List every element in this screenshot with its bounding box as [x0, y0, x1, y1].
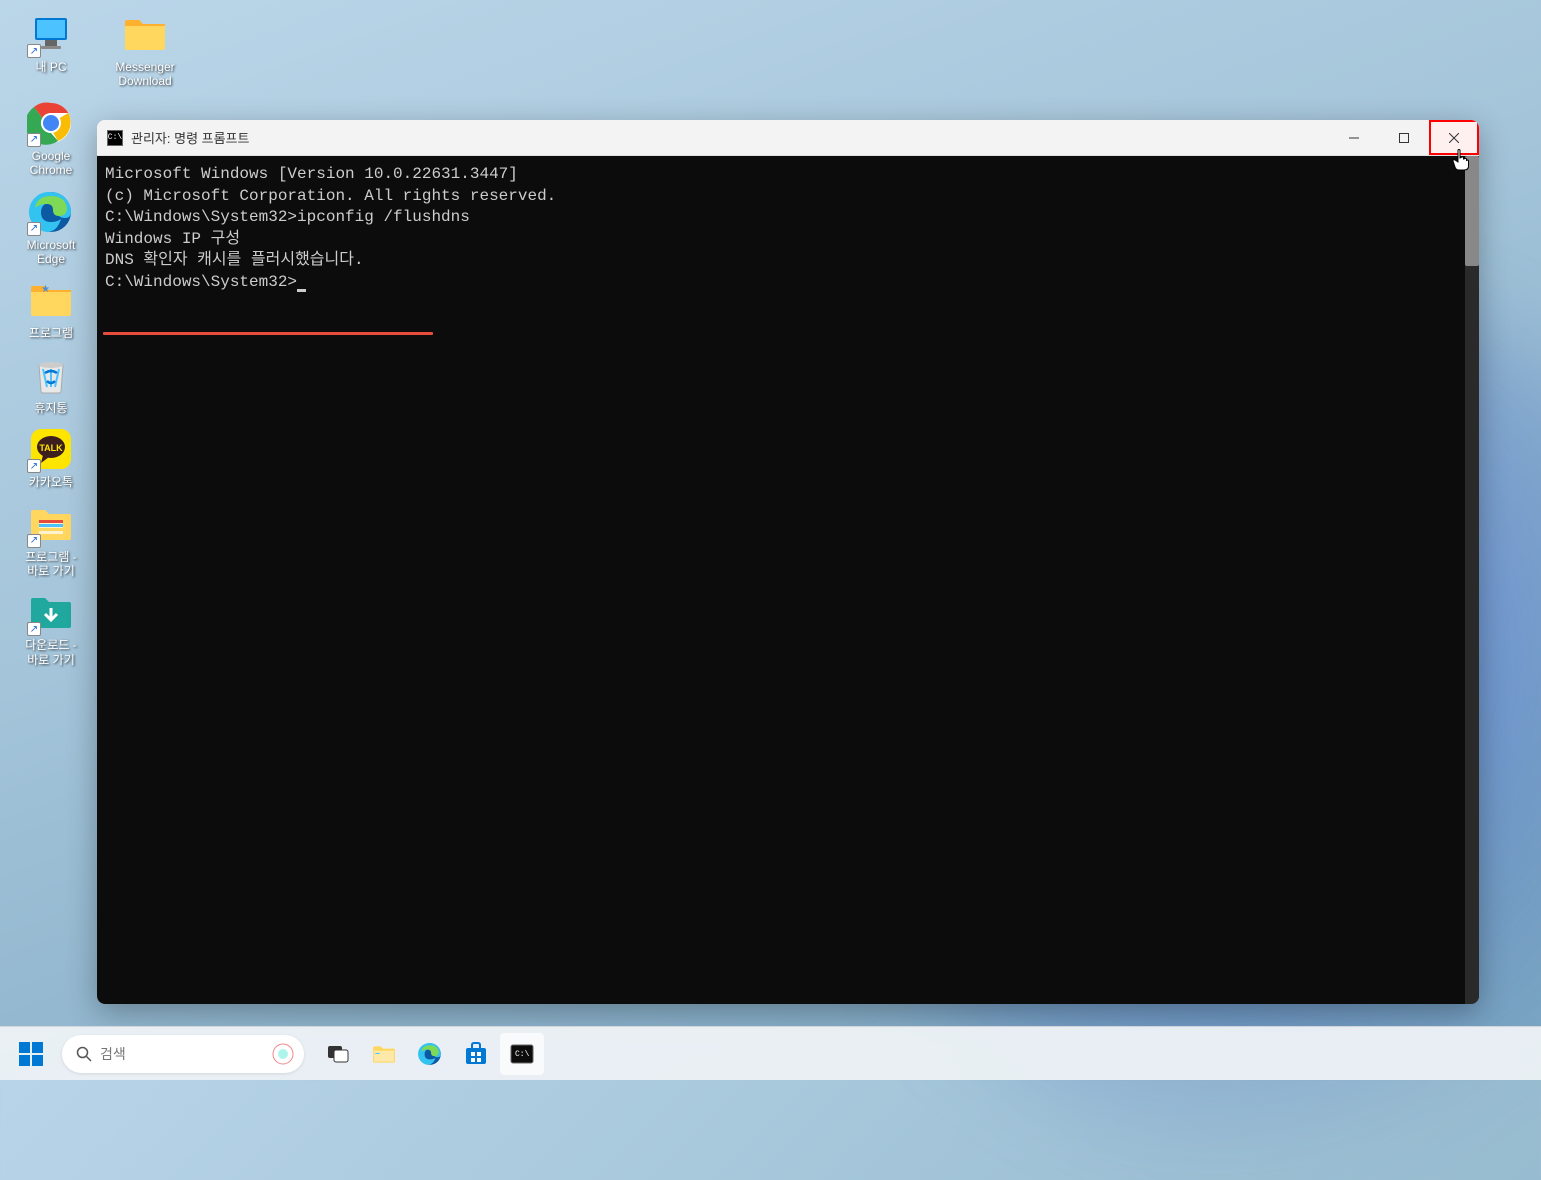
- output-line: DNS 확인자 캐시를 플러시했습니다.: [105, 250, 1471, 272]
- taskbar-task-view[interactable]: [316, 1033, 360, 1075]
- desktop-icon-kakaotalk[interactable]: TALK ↗ 카카오톡: [14, 425, 88, 489]
- search-highlight-icon: [272, 1043, 294, 1065]
- icon-label: 휴지통: [34, 401, 67, 415]
- taskbar-cmd[interactable]: C:\: [500, 1033, 544, 1075]
- desktop-icon-messenger-download[interactable]: Messenger Download: [108, 10, 182, 89]
- desktop-icon-this-pc[interactable]: ↗ 내 PC: [14, 10, 88, 89]
- taskbar-edge[interactable]: [408, 1033, 452, 1075]
- svg-text:TALK: TALK: [39, 443, 63, 453]
- file-explorer-icon: [371, 1041, 397, 1067]
- kakaotalk-icon: TALK ↗: [27, 425, 75, 473]
- maximize-icon: [1399, 133, 1409, 143]
- output-line: (c) Microsoft Corporation. All rights re…: [105, 186, 1471, 208]
- icon-label: Microsoft Edge: [27, 238, 76, 267]
- desktop-icon-programs-shortcut[interactable]: ↗ 프로그램 - 바로 가기: [14, 500, 88, 579]
- chrome-icon: ↗: [27, 99, 75, 147]
- this-pc-icon: ↗: [27, 10, 75, 58]
- icon-label: 프로그램 - 바로 가기: [25, 550, 77, 579]
- icon-label: 카카오톡: [29, 475, 73, 489]
- terminal-icon: C:\: [509, 1041, 535, 1067]
- cmd-icon: C:\: [107, 130, 123, 146]
- desktop-icon-programs[interactable]: ★ 프로그램: [14, 276, 88, 340]
- folder-shortcut-icon: ↗: [27, 500, 75, 548]
- icon-label: Google Chrome: [30, 149, 73, 178]
- taskbar-file-explorer[interactable]: [362, 1033, 406, 1075]
- search-icon: [76, 1046, 92, 1062]
- search-box[interactable]: [62, 1035, 304, 1073]
- icon-label: 내 PC: [35, 60, 66, 74]
- task-view-icon: [326, 1042, 350, 1066]
- minimize-button[interactable]: [1329, 120, 1379, 155]
- search-input[interactable]: [100, 1046, 290, 1062]
- windows-icon: [18, 1041, 44, 1067]
- cursor-icon: [297, 289, 306, 292]
- svg-text:★: ★: [41, 284, 50, 295]
- terminal-output[interactable]: Microsoft Windows [Version 10.0.22631.34…: [97, 156, 1479, 1004]
- edge-icon: ↗: [27, 188, 75, 236]
- desktop-icon-recycle-bin[interactable]: 휴지통: [14, 351, 88, 415]
- command-prompt-window: C:\ 관리자: 명령 프롬프트 Microsoft Windows [Vers…: [97, 120, 1479, 1004]
- window-titlebar[interactable]: C:\ 관리자: 명령 프롬프트: [97, 120, 1479, 156]
- icon-label: Messenger Download: [115, 60, 174, 89]
- hand-cursor-icon: [1450, 148, 1470, 177]
- folder-star-icon: ★: [27, 276, 75, 324]
- minimize-icon: [1349, 133, 1359, 143]
- store-icon: [463, 1041, 489, 1067]
- close-icon: [1449, 133, 1459, 143]
- scrollbar[interactable]: [1465, 156, 1479, 1004]
- desktop-icon-downloads-shortcut[interactable]: ↗ 다운로드 - 바로 가기: [14, 588, 88, 667]
- svg-text:C:\: C:\: [515, 1050, 530, 1059]
- folder-icon: [121, 10, 169, 58]
- output-line: Windows IP 구성: [105, 229, 1471, 251]
- window-title: 관리자: 명령 프롬프트: [131, 128, 249, 147]
- desktop-icon-chrome[interactable]: ↗ Google Chrome: [14, 99, 88, 178]
- taskbar: C:\: [0, 1026, 1541, 1080]
- maximize-button[interactable]: [1379, 120, 1429, 155]
- prompt-line: C:\Windows\System32>: [105, 272, 1471, 294]
- icon-label: 다운로드 - 바로 가기: [25, 638, 77, 667]
- edge-icon: [417, 1041, 443, 1067]
- start-button[interactable]: [8, 1033, 54, 1075]
- downloads-shortcut-icon: ↗: [27, 588, 75, 636]
- taskbar-microsoft-store[interactable]: [454, 1033, 498, 1075]
- output-line: C:\Windows\System32>ipconfig /flushdns: [105, 207, 1471, 229]
- desktop-icon-edge[interactable]: ↗ Microsoft Edge: [14, 188, 88, 267]
- recycle-bin-icon: [27, 351, 75, 399]
- output-line: Microsoft Windows [Version 10.0.22631.34…: [105, 164, 1471, 186]
- icon-label: 프로그램: [29, 326, 73, 340]
- annotation-underline: [103, 332, 433, 335]
